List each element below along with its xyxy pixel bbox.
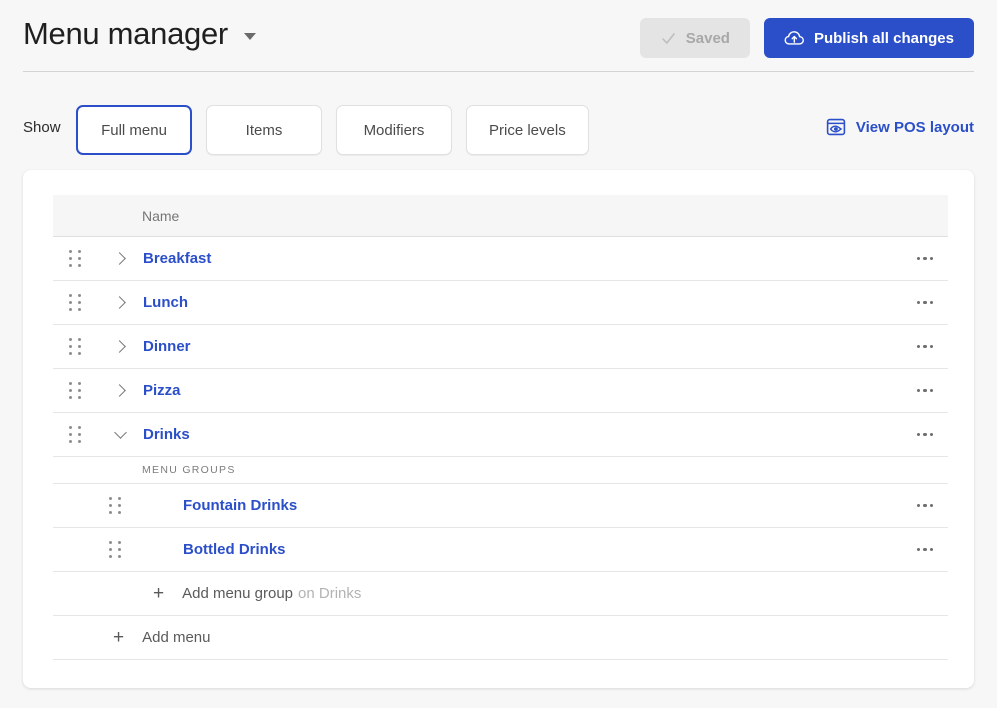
drag-handle-icon[interactable] bbox=[65, 249, 85, 268]
pos-preview-eye-icon bbox=[826, 118, 846, 136]
collapse-toggle-drinks[interactable] bbox=[97, 426, 143, 439]
show-label: Show bbox=[23, 119, 61, 136]
drag-handle-icon[interactable] bbox=[65, 293, 85, 312]
chip-price-levels[interactable]: Price levels bbox=[466, 105, 589, 155]
page-title-group[interactable]: Menu manager bbox=[23, 18, 256, 49]
row-overflow-menu-fountain-drinks[interactable] bbox=[910, 495, 940, 517]
publish-button-label: Publish all changes bbox=[813, 29, 954, 47]
add-menu-button[interactable]: + Add menu bbox=[53, 616, 948, 660]
drag-handle-icon[interactable] bbox=[65, 337, 85, 356]
row-overflow-menu-pizza[interactable] bbox=[910, 380, 940, 402]
expand-toggle-pizza[interactable] bbox=[97, 384, 143, 397]
page-title: Menu manager bbox=[23, 16, 228, 51]
row-overflow-menu-lunch[interactable] bbox=[910, 292, 940, 314]
menu-group-name-bottled-drinks[interactable]: Bottled Drinks bbox=[183, 541, 286, 558]
page-header: Menu manager Saved Publish all changes bbox=[0, 0, 997, 72]
chevron-right-icon bbox=[112, 340, 126, 353]
plus-icon: + bbox=[153, 583, 165, 604]
menu-name-breakfast[interactable]: Breakfast bbox=[143, 250, 211, 267]
expand-toggle-lunch[interactable] bbox=[97, 296, 143, 309]
table-row[interactable]: Dinner bbox=[53, 325, 948, 369]
view-pos-layout-label: View POS layout bbox=[855, 118, 974, 136]
menu-groups-subheader-label: MENU GROUPS bbox=[142, 464, 236, 476]
row-overflow-menu-bottled-drinks[interactable] bbox=[910, 539, 940, 561]
show-filter-row: Show Full menu Items Modifiers Price lev… bbox=[23, 105, 974, 157]
table-row[interactable]: Fountain Drinks bbox=[53, 484, 948, 528]
menu-name-dinner[interactable]: Dinner bbox=[143, 338, 191, 355]
chevron-right-icon bbox=[112, 252, 126, 265]
view-pos-layout-link[interactable]: View POS layout bbox=[826, 117, 974, 137]
drag-handle-icon[interactable] bbox=[65, 381, 85, 400]
row-overflow-menu-dinner[interactable] bbox=[910, 336, 940, 358]
chevron-down-icon[interactable] bbox=[243, 32, 256, 40]
plus-icon: + bbox=[113, 627, 125, 648]
chip-full-menu[interactable]: Full menu bbox=[76, 105, 192, 155]
chevron-right-icon bbox=[112, 384, 126, 397]
saved-button-label: Saved bbox=[685, 29, 730, 47]
menu-table: Name Breakfast Lunch Dinner Pizza Drinks… bbox=[53, 195, 948, 660]
menu-name-lunch[interactable]: Lunch bbox=[143, 294, 188, 311]
expand-toggle-dinner[interactable] bbox=[97, 340, 143, 353]
publish-all-changes-button[interactable]: Publish all changes bbox=[763, 18, 974, 58]
chip-items[interactable]: Items bbox=[206, 105, 322, 155]
table-row[interactable]: Breakfast bbox=[53, 237, 948, 281]
drag-handle-slot bbox=[93, 540, 137, 559]
drag-handle-icon[interactable] bbox=[105, 496, 125, 515]
menu-name-drinks[interactable]: Drinks bbox=[143, 426, 190, 443]
add-menu-group-label: Add menu group bbox=[182, 585, 294, 602]
add-menu-label: Add menu bbox=[142, 629, 211, 646]
drag-handle-slot bbox=[53, 249, 97, 268]
drag-handle-slot bbox=[53, 293, 97, 312]
chip-items-label: Items bbox=[245, 121, 283, 139]
column-header-name: Name bbox=[142, 207, 180, 224]
drag-handle-slot bbox=[53, 425, 97, 444]
drag-handle-slot bbox=[93, 496, 137, 515]
menu-name-pizza[interactable]: Pizza bbox=[143, 382, 181, 399]
table-row[interactable]: Bottled Drinks bbox=[53, 528, 948, 572]
filter-chip-group: Full menu Items Modifiers Price levels bbox=[76, 105, 589, 155]
check-icon bbox=[661, 32, 675, 44]
add-menu-group-context: on Drinks bbox=[298, 585, 362, 602]
expand-toggle-breakfast[interactable] bbox=[97, 252, 143, 265]
drag-handle-icon[interactable] bbox=[105, 540, 125, 559]
chip-modifiers-label: Modifiers bbox=[363, 121, 425, 139]
table-header-row: Name bbox=[53, 195, 948, 237]
header-divider bbox=[23, 71, 974, 72]
chip-modifiers[interactable]: Modifiers bbox=[336, 105, 452, 155]
chip-full-menu-label: Full menu bbox=[101, 121, 167, 139]
table-row[interactable]: Drinks bbox=[53, 413, 948, 457]
add-menu-group-button[interactable]: + Add menu group on Drinks bbox=[53, 572, 948, 616]
menu-table-card: Name Breakfast Lunch Dinner Pizza Drinks… bbox=[23, 170, 974, 688]
chip-price-levels-label: Price levels bbox=[489, 121, 566, 139]
row-overflow-menu-drinks[interactable] bbox=[910, 424, 940, 446]
table-row[interactable]: Pizza bbox=[53, 369, 948, 413]
menu-groups-subheader-row: MENU GROUPS bbox=[53, 457, 948, 484]
table-row[interactable]: Lunch bbox=[53, 281, 948, 325]
saved-button[interactable]: Saved bbox=[639, 18, 750, 58]
menu-group-name-fountain-drinks[interactable]: Fountain Drinks bbox=[183, 497, 297, 514]
chevron-down-icon bbox=[113, 426, 127, 439]
chevron-right-icon bbox=[112, 296, 126, 309]
header-actions: Saved Publish all changes bbox=[639, 18, 974, 58]
drag-handle-slot bbox=[53, 381, 97, 400]
drag-handle-icon[interactable] bbox=[65, 425, 85, 444]
cloud-upload-icon bbox=[784, 30, 804, 45]
drag-handle-slot bbox=[53, 337, 97, 356]
row-overflow-menu-breakfast[interactable] bbox=[910, 248, 940, 270]
